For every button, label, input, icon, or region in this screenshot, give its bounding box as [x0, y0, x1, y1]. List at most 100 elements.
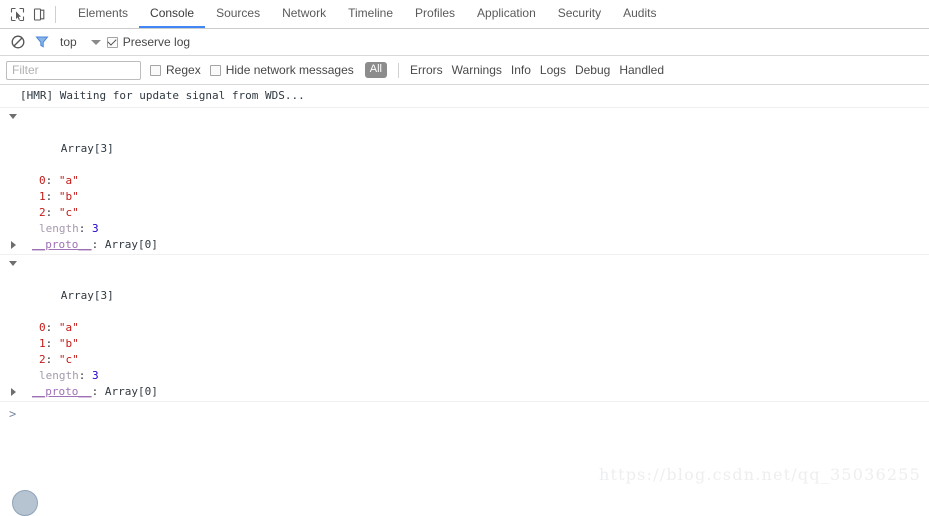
funnel-filter-icon[interactable]: [30, 32, 54, 52]
regex-label: Regex: [166, 63, 201, 77]
hide-network-label: Hide network messages: [225, 63, 354, 77]
property-value: 3: [92, 222, 99, 235]
tab-timeline[interactable]: Timeline: [337, 0, 404, 28]
array-expand-toggle[interactable]: Array[3]: [0, 256, 929, 320]
tab-label: Profiles: [415, 6, 456, 20]
console-filterbar: Regex Hide network messages All Errors W…: [0, 56, 929, 85]
array-property-row: 0: "a": [0, 320, 929, 336]
property-key: 2: [39, 353, 46, 366]
tab-label: Network: [282, 6, 327, 20]
chevron-down-icon: [90, 39, 101, 45]
property-key: 2: [39, 206, 46, 219]
level-filter-errors[interactable]: Errors: [410, 63, 443, 77]
array-property-row: 1: "b": [0, 336, 929, 352]
console-message-array: Array[3] 0: "a" 1: "b" 2: "c" length: 3 …: [0, 108, 929, 255]
regex-checkbox[interactable]: [150, 64, 161, 76]
property-colon: :: [78, 222, 92, 235]
filter-input[interactable]: [6, 60, 141, 80]
tab-label: Sources: [216, 6, 261, 20]
property-value: "b": [58, 190, 79, 203]
panel-tabs: Elements Console Sources Network Timelin…: [67, 0, 667, 28]
preserve-log-toggle[interactable]: Preserve log: [106, 35, 191, 49]
console-message-array: Array[3] 0: "a" 1: "b" 2: "c" length: 3 …: [0, 255, 929, 402]
preserve-log-label: Preserve log: [122, 35, 191, 49]
array-proto-row[interactable]: __proto__: Array[0]: [0, 384, 929, 400]
context-label: top: [60, 35, 77, 49]
level-filter-info[interactable]: Info: [511, 63, 531, 77]
level-filter-all[interactable]: All: [364, 62, 387, 78]
console-prompt[interactable]: >: [0, 402, 929, 425]
property-key: 0: [39, 174, 46, 187]
tab-label: Elements: [78, 6, 129, 20]
property-value: "a": [58, 174, 79, 187]
array-length-row: length: 3: [0, 368, 929, 384]
devtools-tabbar: Elements Console Sources Network Timelin…: [0, 0, 929, 29]
array-proto-row[interactable]: __proto__: Array[0]: [0, 237, 929, 253]
level-filter-warnings[interactable]: Warnings: [452, 63, 502, 77]
level-filter-handled[interactable]: Handled: [619, 63, 664, 77]
hide-network-checkbox[interactable]: [209, 64, 221, 76]
property-key: 1: [39, 337, 46, 350]
array-expand-toggle[interactable]: Array[3]: [0, 109, 929, 173]
triangle-down-icon: [9, 114, 17, 119]
proto-key[interactable]: __proto__: [32, 385, 92, 398]
toolbar-divider: [55, 5, 56, 23]
tab-audits[interactable]: Audits: [612, 0, 667, 28]
regex-toggle[interactable]: Regex: [150, 63, 201, 77]
level-filter-debug[interactable]: Debug: [575, 63, 610, 77]
tab-label: Timeline: [348, 6, 394, 20]
array-length-row: length: 3: [0, 221, 929, 237]
proto-key[interactable]: __proto__: [32, 238, 92, 251]
console-toolbar: top Preserve log: [0, 29, 929, 56]
array-header-label: Array[3]: [60, 142, 114, 155]
tabbar-tools: [0, 0, 67, 28]
tab-elements[interactable]: Elements: [67, 0, 139, 28]
property-value: "b": [58, 337, 79, 350]
property-value: "c": [58, 206, 79, 219]
level-divider: [397, 62, 399, 78]
console-message-hmr: [HMR] Waiting for update signal from WDS…: [0, 86, 929, 108]
property-value: "a": [58, 321, 79, 334]
property-colon: :: [45, 206, 59, 219]
device-toolbar-icon[interactable]: [28, 4, 50, 25]
property-colon: :: [45, 337, 59, 350]
triangle-down-icon: [9, 261, 17, 266]
property-colon: :: [91, 238, 105, 251]
tab-network[interactable]: Network: [271, 0, 337, 28]
property-colon: :: [45, 321, 59, 334]
corner-badge: [12, 490, 38, 516]
proto-value: Array[0]: [104, 385, 158, 398]
property-key: length: [39, 369, 79, 382]
triangle-right-icon: [11, 241, 16, 249]
clear-console-icon[interactable]: [6, 32, 30, 52]
preserve-log-checkbox[interactable]: [106, 36, 118, 48]
tab-label: Audits: [623, 6, 657, 20]
tab-sources[interactable]: Sources: [205, 0, 271, 28]
tab-console[interactable]: Console: [139, 0, 206, 28]
console-output[interactable]: [HMR] Waiting for update signal from WDS…: [0, 86, 929, 502]
property-key: 1: [39, 190, 46, 203]
property-colon: :: [45, 190, 59, 203]
array-property-row: 1: "b": [0, 189, 929, 205]
level-filter-logs[interactable]: Logs: [540, 63, 566, 77]
array-property-row: 0: "a": [0, 173, 929, 189]
array-property-row: 2: "c": [0, 352, 929, 368]
triangle-right-icon: [11, 388, 16, 396]
prompt-chevron-icon: >: [9, 407, 17, 421]
property-colon: :: [78, 369, 92, 382]
tab-profiles[interactable]: Profiles: [404, 0, 466, 28]
tab-security[interactable]: Security: [547, 0, 612, 28]
inspect-cursor-icon[interactable]: [6, 4, 28, 25]
array-property-row: 2: "c": [0, 205, 929, 221]
property-colon: :: [91, 385, 105, 398]
property-key: length: [39, 222, 79, 235]
execution-context-select[interactable]: top: [60, 35, 101, 49]
array-header-label: Array[3]: [60, 289, 114, 302]
property-colon: :: [45, 174, 59, 187]
property-value: "c": [58, 353, 79, 366]
property-colon: :: [45, 353, 59, 366]
watermark-text: https://blog.csdn.net/qq_35036255: [598, 465, 921, 484]
hide-network-toggle[interactable]: Hide network messages: [209, 63, 354, 77]
tab-application[interactable]: Application: [466, 0, 547, 28]
tab-label: Security: [557, 6, 602, 20]
